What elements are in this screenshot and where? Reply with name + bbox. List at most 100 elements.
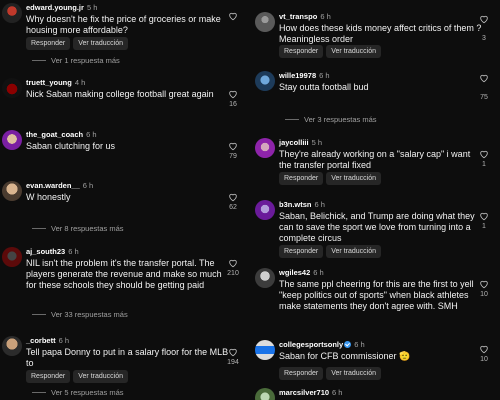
timestamp: 6 h — [58, 336, 70, 345]
timestamp: 6 h — [320, 12, 331, 21]
view-replies[interactable]: Ver 3 respuestas más — [285, 115, 377, 124]
comment-actions: Responder Ver traducción — [279, 367, 381, 380]
translate-button[interactable]: Ver traducción — [73, 37, 128, 50]
username[interactable]: edward.young.jr — [26, 3, 84, 12]
comment-header: _corbett 6 h — [26, 336, 69, 345]
translate-button[interactable]: Ver traducción — [326, 245, 381, 258]
heart-icon[interactable] — [479, 73, 489, 83]
avatar[interactable] — [255, 138, 275, 158]
comment-header: evan.warden__ 6 h — [26, 181, 93, 190]
reply-button[interactable]: Responder — [26, 37, 71, 50]
heart-icon[interactable] — [479, 211, 489, 221]
username[interactable]: truett_young — [26, 78, 72, 87]
heart-icon[interactable] — [228, 89, 238, 99]
username[interactable]: _corbett — [26, 336, 56, 345]
timestamp: 6 h — [354, 340, 365, 349]
comment-header: wgiles42 6 h — [279, 268, 324, 277]
translate-button[interactable]: Ver traducción — [73, 370, 128, 383]
like-count: 1 — [482, 223, 486, 230]
view-replies[interactable]: Ver 1 respuesta más — [32, 56, 120, 65]
avatar[interactable] — [2, 3, 22, 23]
avatar[interactable] — [2, 130, 22, 150]
heart-icon[interactable] — [228, 11, 238, 21]
comment-header: wille19978 6 h — [279, 71, 330, 80]
view-replies-label: Ver 5 respuestas más — [51, 388, 124, 397]
heart-icon[interactable] — [228, 141, 238, 151]
username[interactable]: vt_transpo — [279, 12, 317, 21]
heart-icon[interactable] — [479, 149, 489, 159]
comment-header: jaycolliii 5 h — [279, 138, 322, 147]
view-replies-label: Ver 1 respuesta más — [51, 56, 120, 65]
avatar[interactable] — [255, 340, 275, 360]
avatar[interactable] — [2, 247, 22, 267]
comment-text: W honestly — [26, 192, 71, 202]
view-replies-label: Ver 3 respuestas más — [304, 115, 377, 124]
like-count: 194 — [227, 359, 239, 366]
username[interactable]: the_goat_coach — [26, 130, 83, 139]
avatar[interactable] — [255, 268, 275, 288]
username[interactable]: jaycolliii — [279, 138, 309, 147]
translate-button[interactable]: Ver traducción — [326, 172, 381, 185]
heart-icon[interactable] — [479, 344, 489, 354]
timestamp: 5 h — [311, 138, 323, 147]
username[interactable]: b3n.wtsn — [279, 200, 312, 209]
translate-button[interactable]: Ver traducción — [326, 367, 381, 380]
username[interactable]: wille19978 — [279, 71, 316, 80]
comment-text: Saban for CFB commissioner 🫡 — [279, 351, 411, 361]
comment-text: The same ppl cheering for this are the f… — [279, 279, 474, 311]
like-count: 62 — [229, 204, 237, 211]
timestamp: 6 h — [86, 130, 97, 139]
avatar[interactable] — [2, 336, 22, 356]
heart-icon[interactable] — [228, 347, 238, 357]
comment-text: Saban, Belichick, and Trump are doing wh… — [279, 211, 475, 243]
comment-actions: Responder Ver traducción — [279, 172, 381, 185]
username[interactable]: marcsilver710 — [279, 388, 329, 397]
comments-column-left: edward.young.jr 5 h Why doesn't he fix th… — [0, 0, 250, 400]
comment-actions: Responder Ver traducción — [279, 245, 381, 258]
timestamp: 6 h — [68, 247, 79, 256]
view-replies-label: Ver 33 respuestas más — [51, 310, 128, 319]
heart-icon[interactable] — [479, 279, 489, 289]
verified-badge-icon — [344, 341, 352, 348]
comment-text: Tell papa Donny to put in a salary floor… — [26, 347, 229, 368]
heart-icon[interactable] — [228, 258, 238, 268]
comment-actions: Responder Ver traducción — [279, 45, 381, 58]
comment-header: the_goat_coach 6 h — [26, 130, 97, 139]
reply-button[interactable]: Responder — [279, 245, 324, 258]
like-count: 10 — [480, 291, 488, 298]
heart-icon[interactable] — [479, 14, 489, 24]
avatar[interactable] — [2, 78, 22, 98]
like-count: 1 — [482, 161, 486, 168]
username[interactable]: wgiles42 — [279, 268, 310, 277]
timestamp: 5 h — [86, 3, 98, 12]
comment-text: Why doesn't he fix the price of grocerie… — [26, 14, 221, 35]
avatar[interactable] — [255, 388, 275, 400]
comment-text: They're already working on a "salary cap… — [279, 149, 471, 170]
avatar[interactable] — [255, 200, 275, 220]
comment-header: vt_transpo 6 h — [279, 12, 331, 21]
comment-header: b3n.wtsn 6 h — [279, 200, 325, 209]
view-replies[interactable]: Ver 5 respuestas más — [32, 388, 124, 397]
heart-icon[interactable] — [228, 192, 238, 202]
avatar[interactable] — [255, 12, 275, 32]
comment-actions: Responder Ver traducción — [26, 37, 128, 50]
comment-header: truett_young 4 h — [26, 78, 85, 87]
reply-button[interactable]: Responder — [279, 172, 324, 185]
avatar[interactable] — [2, 181, 22, 201]
timestamp: 6 h — [314, 200, 325, 209]
view-replies[interactable]: Ver 8 respuestas más — [32, 224, 124, 233]
reply-button[interactable]: Responder — [26, 370, 71, 383]
comment-header: marcsilver710 6 h — [279, 388, 342, 397]
username[interactable]: collegesportsonly — [279, 340, 343, 349]
reply-button[interactable]: Responder — [279, 367, 324, 380]
translate-button[interactable]: Ver traducción — [326, 45, 381, 58]
timestamp: 4 h — [74, 78, 86, 87]
replies-line — [32, 228, 46, 229]
like-count: 3 — [482, 35, 486, 42]
reply-button[interactable]: Responder — [279, 45, 324, 58]
like-count: 210 — [227, 270, 239, 277]
avatar[interactable] — [255, 71, 275, 91]
view-replies[interactable]: Ver 33 respuestas más — [32, 310, 128, 319]
username[interactable]: evan.warden__ — [26, 181, 80, 190]
username[interactable]: aj_south23 — [26, 247, 65, 256]
